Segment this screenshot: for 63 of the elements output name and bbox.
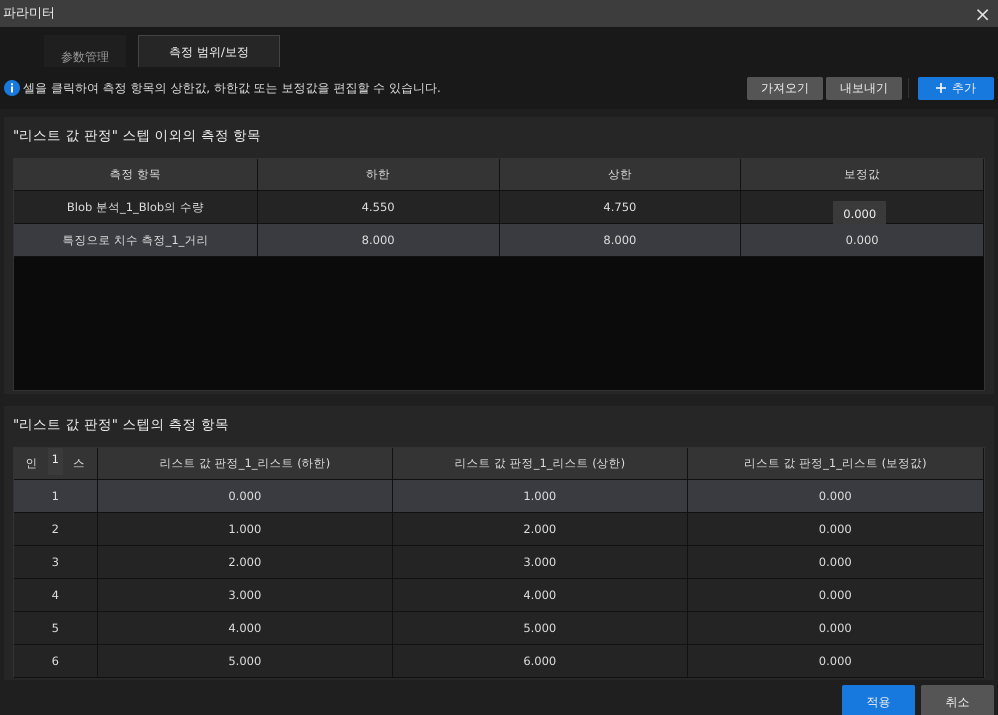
column-header: 하한: [258, 159, 500, 192]
close-button[interactable]: ×: [970, 4, 995, 24]
table-cell: 3.000: [228, 586, 262, 604]
column-header: 보정값: [741, 159, 984, 192]
column-header: 리스트 값 판정_1_리스트 (상한): [393, 448, 688, 480]
cancel-button[interactable]: 취소: [921, 685, 994, 715]
tooltip: 1: [48, 448, 63, 474]
table-cell: 3.000: [523, 554, 556, 571]
table-cell: 2.000: [523, 520, 556, 538]
table-cell: 0.000: [818, 554, 852, 571]
table-cell: 1.000: [523, 488, 556, 505]
table-row[interactable]: 4 3.000 4.000 0.000: [14, 579, 984, 612]
table-cell: 0.000: [228, 488, 262, 505]
table-row[interactable]: 특징으로 치수 측정_1_거리 8.000 8.000 0.000: [14, 224, 984, 258]
table-cell: 5.000: [523, 620, 556, 637]
table-cell: 5: [52, 620, 59, 637]
plus-icon: [936, 82, 946, 92]
tab[interactable]: 측정 범위/보정: [138, 35, 280, 67]
table-cell: 0.000: [818, 652, 852, 670]
table-cell: 특징으로 치수 측정_1_거리: [62, 232, 208, 249]
toolbar-button[interactable]: 가져오기: [747, 76, 823, 100]
table-cell: 3: [52, 554, 59, 571]
tab[interactable]: 参数管理: [44, 35, 126, 67]
section-title: "리스트 값 판정" 스텝 이외의 측정 항목: [13, 127, 262, 146]
toolbar-button[interactable]: 내보내기: [826, 76, 902, 100]
column-header: 측정 항목: [14, 159, 258, 192]
column-header: 리스트 값 판정_1_리스트 (보정값): [688, 448, 984, 480]
info-icon: [4, 80, 20, 96]
table-cell: 4.000: [523, 586, 556, 604]
table-row[interactable]: Blob 분석_1_Blob의 수량 4.550 4.750 0.000: [14, 191, 984, 224]
column-header: 리스트 값 판정_1_리스트 (하한): [98, 448, 394, 480]
table-cell: 6: [52, 652, 59, 670]
window-title: 파라미터: [3, 4, 55, 23]
table-cell: 4.000: [228, 620, 262, 637]
table-cell: 0.000: [818, 620, 852, 637]
table-cell: 4: [52, 586, 59, 604]
table-row[interactable]: 5 4.000 5.000 0.000: [14, 612, 984, 646]
table-cell: 2: [52, 520, 59, 538]
table-cell: 0.000: [818, 586, 852, 604]
table-row[interactable]: 6 5.000 6.000 0.000: [14, 645, 984, 678]
table-cell: Blob 분석_1_Blob의 수량: [66, 198, 204, 216]
table-cell: 5.000: [228, 652, 262, 670]
table-cell: 0.000: [846, 232, 879, 249]
table-cell: 1.000: [228, 520, 262, 538]
table-cell: 1: [52, 488, 59, 505]
column-header-text: 스: [72, 455, 85, 472]
table-row[interactable]: 1 0.000 1.000 0.000: [14, 480, 984, 514]
add-button[interactable]: 추가: [918, 76, 994, 100]
table-cell: 6.000: [523, 652, 556, 670]
table-cell: 4.550: [362, 198, 395, 216]
apply-button[interactable]: 적용: [842, 685, 915, 715]
table-cell: 8.000: [603, 232, 636, 249]
table-cell: 8.000: [362, 232, 395, 249]
column-header-text: 인: [26, 455, 38, 472]
table-row[interactable]: 2 1.000 2.000 0.000: [14, 513, 984, 546]
section-title: "리스트 값 판정" 스텝의 측정 항목: [13, 416, 230, 435]
info-text: 셀을 클릭하여 측정 항목의 상한값, 하한값 또는 보정값을 편집할 수 있습니다.: [23, 80, 442, 97]
table-cell: 4.750: [603, 198, 636, 216]
table-cell: 0.000: [818, 520, 852, 538]
table-cell: 2.000: [228, 554, 262, 571]
table-cell: 0.000: [818, 488, 852, 505]
column-header: 상한: [500, 159, 742, 192]
table-row[interactable]: 3 2.000 3.000 0.000: [14, 546, 984, 580]
